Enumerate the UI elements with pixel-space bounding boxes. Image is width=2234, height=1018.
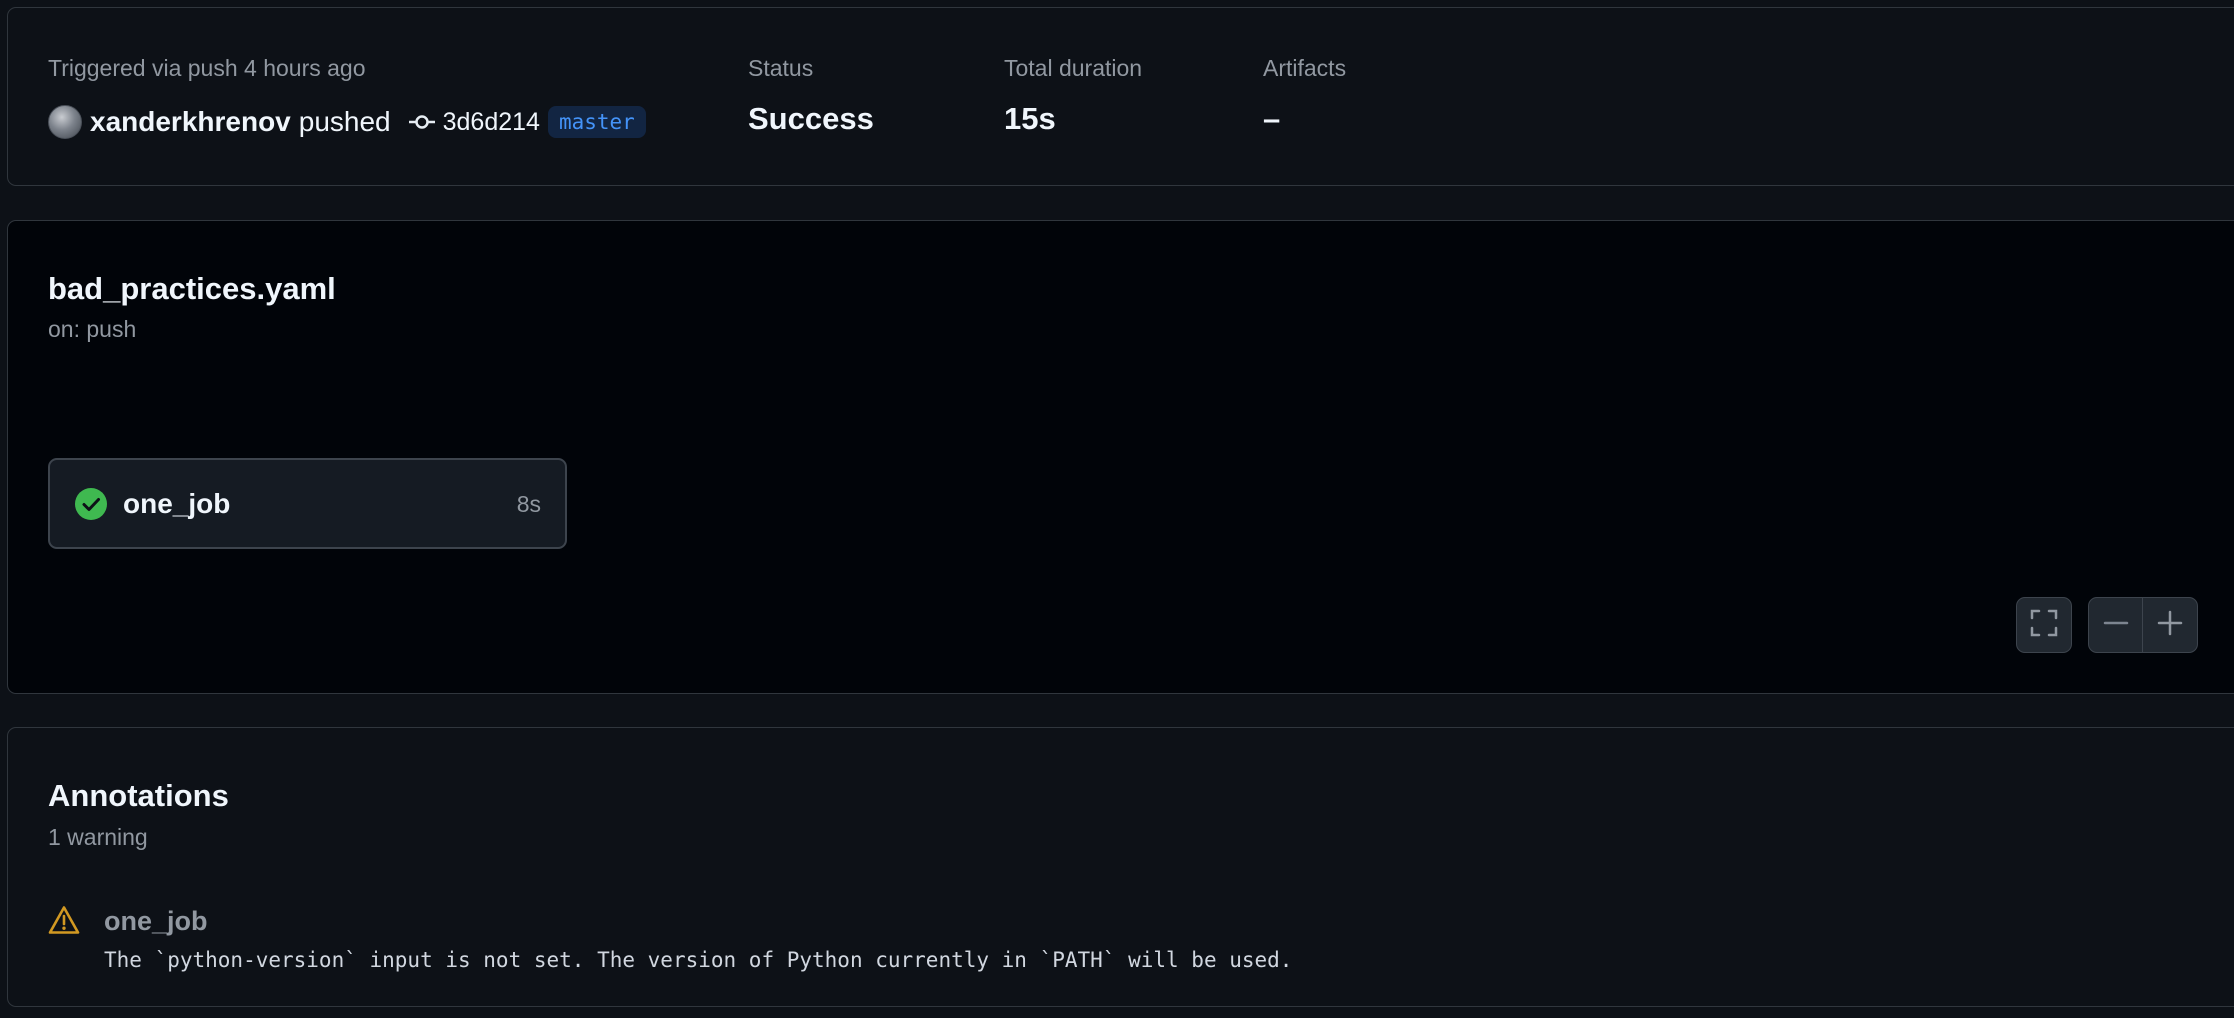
duration-label: Total duration [1004, 55, 1143, 81]
workflow-trigger: on: push [48, 316, 137, 342]
artifacts-label: Artifacts [1263, 55, 1347, 81]
user-avatar[interactable] [48, 105, 82, 139]
plus-icon [2157, 610, 2183, 641]
artifacts-value: – [1263, 101, 1281, 136]
status-label: Status [748, 55, 814, 81]
run-summary-panel [7, 7, 2234, 186]
git-commit-icon [408, 114, 435, 130]
job-name: one_job [123, 488, 231, 519]
fullscreen-button[interactable] [2016, 597, 2072, 653]
check-circle-icon [75, 488, 107, 525]
workflow-graph-panel [7, 220, 2234, 694]
alert-icon [48, 905, 80, 940]
annotations-title: Annotations [48, 778, 229, 813]
pusher-name-link[interactable]: xanderkhrenov [90, 106, 291, 138]
minus-icon [2103, 610, 2129, 641]
zoom-in-button[interactable] [2142, 597, 2198, 653]
status-value: Success [748, 101, 874, 136]
job-card-one-job[interactable]: one_job 8s [48, 458, 567, 549]
commit-sha-link[interactable]: 3d6d214 [443, 108, 540, 137]
duration-value: 15s [1004, 101, 1056, 136]
annotation-message: The `python-version` input is not set. T… [104, 948, 1293, 972]
job-duration: 8s [516, 491, 541, 517]
zoom-out-button[interactable] [2088, 597, 2144, 653]
fullscreen-icon [2029, 608, 2059, 643]
branch-badge[interactable]: master [547, 106, 646, 138]
workflow-file-name[interactable]: bad_practices.yaml [48, 271, 336, 307]
trigger-text: Triggered via push 4 hours ago [48, 55, 366, 81]
push-info: xanderkhrenov pushed 3d6d214 master [48, 102, 646, 142]
annotations-count: 1 warning [48, 824, 148, 850]
pushed-text: pushed [298, 106, 391, 137]
annotation-job-link[interactable]: one_job [104, 906, 208, 937]
